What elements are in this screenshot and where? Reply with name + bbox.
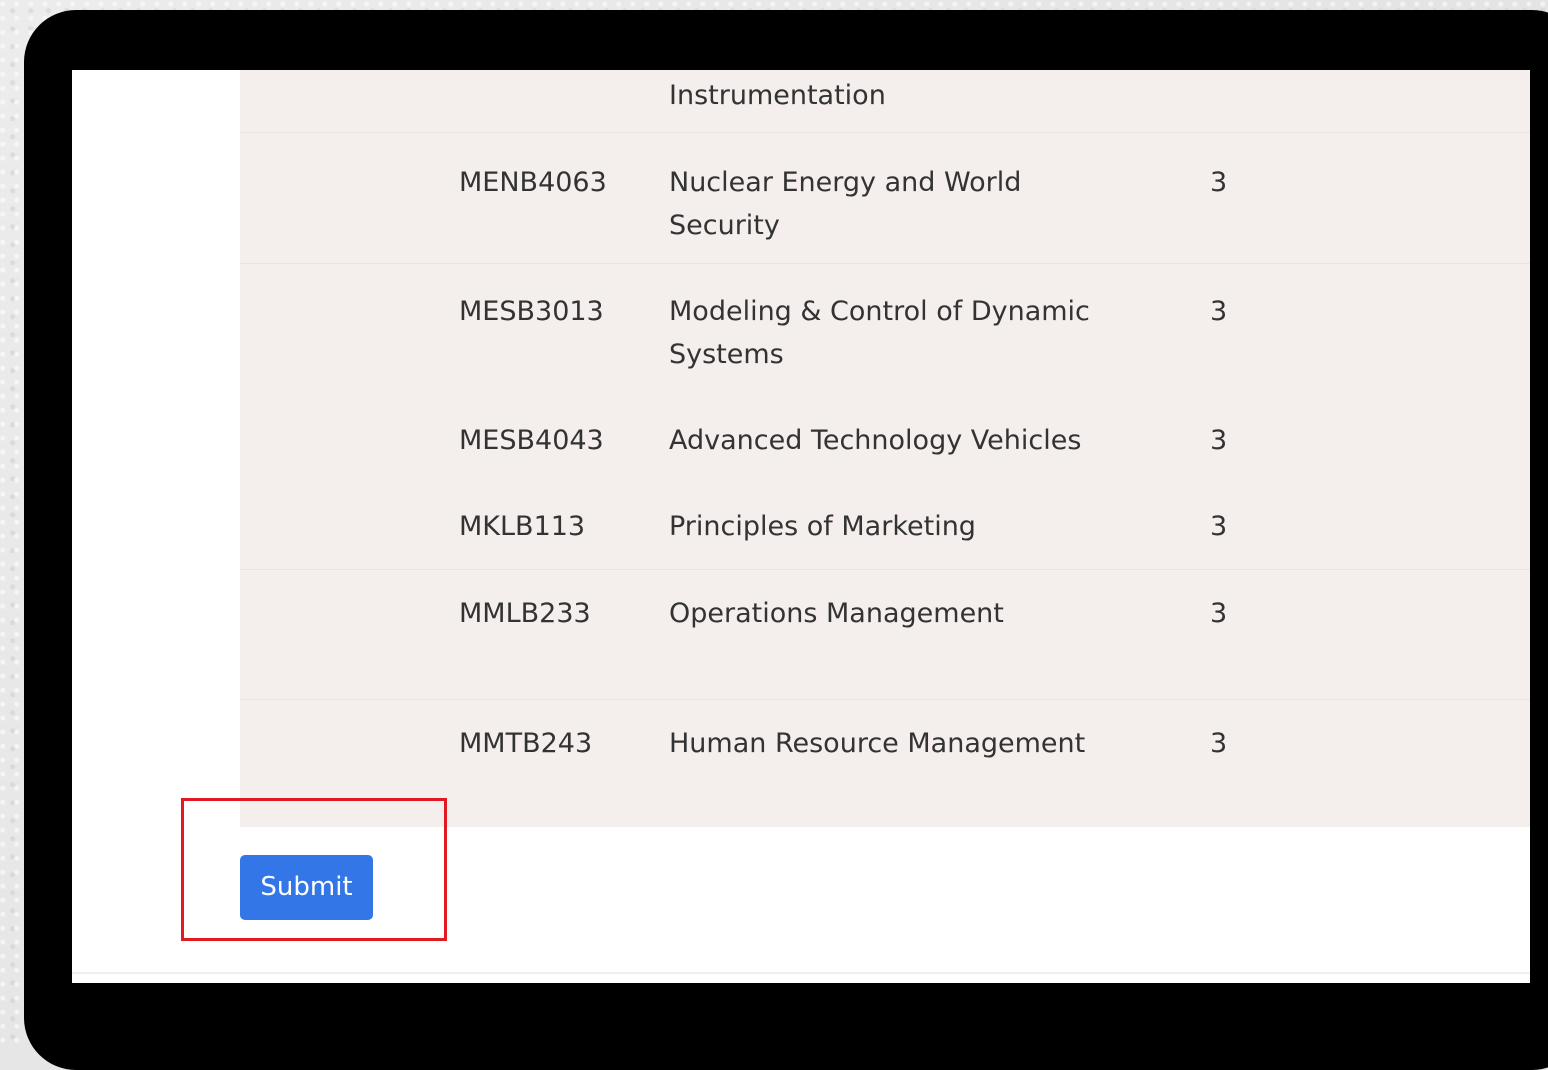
course-code: MMTB243 xyxy=(459,728,593,759)
course-code: MKLB113 xyxy=(459,511,586,542)
table-row: MESB4043 Advanced Technology Vehicles 3 xyxy=(240,395,1530,482)
course-name: Instrumentation xyxy=(669,80,886,111)
divider xyxy=(72,972,1530,974)
table-row: Instrumentation xyxy=(240,70,1530,132)
course-name: Operations Management xyxy=(669,598,1004,629)
highlight-annotation xyxy=(181,798,447,941)
table-row: MENB4063 Nuclear Energy and World Securi… xyxy=(240,132,1530,264)
table-row: MKLB113 Principles of Marketing 3 xyxy=(240,482,1530,569)
table-row: MMLB233 Operations Management 3 xyxy=(240,569,1530,700)
course-credits: 3 xyxy=(1210,511,1228,542)
course-code: MENB4063 xyxy=(459,167,607,198)
course-credits: 3 xyxy=(1210,425,1228,456)
course-name: Human Resource Management xyxy=(669,728,1086,759)
course-credits: 3 xyxy=(1210,167,1228,198)
course-code: MESB3013 xyxy=(459,296,604,327)
course-credits: 3 xyxy=(1210,598,1228,629)
course-name: Advanced Technology Vehicles xyxy=(669,425,1082,456)
course-credits: 3 xyxy=(1210,296,1228,327)
table-row: MESB3013 Modeling & Control of Dynamic S… xyxy=(240,263,1530,396)
course-credits: 3 xyxy=(1210,728,1228,759)
course-name: Principles of Marketing xyxy=(669,511,976,542)
course-code: MMLB233 xyxy=(459,598,591,629)
course-table: Instrumentation MENB4063 Nuclear Energy … xyxy=(240,70,1530,827)
course-code: MESB4043 xyxy=(459,425,604,456)
course-name: Modeling & Control of Dynamic Systems xyxy=(669,296,1090,370)
course-name: Nuclear Energy and World Security xyxy=(669,167,1022,241)
